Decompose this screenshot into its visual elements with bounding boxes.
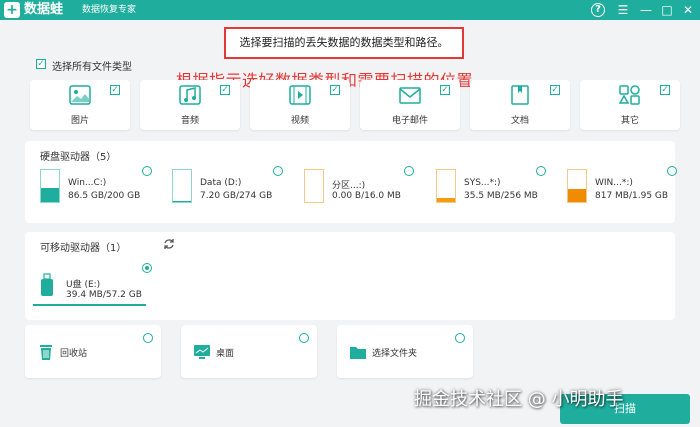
drive-c-radio[interactable]	[142, 166, 152, 176]
file-type-card-email[interactable]: ✓ 电子邮件	[360, 80, 460, 130]
document-icon	[511, 85, 529, 105]
file-type-label: 其它	[620, 116, 639, 126]
select-all-label: 选择所有文件类型	[52, 62, 132, 73]
drive-usage-fill	[568, 188, 586, 202]
file-type-card-document[interactable]: ✓ 文档	[470, 80, 570, 130]
email-checkbox[interactable]: ✓	[440, 85, 450, 95]
drive-size: 35.5 MB/256 MB	[464, 191, 538, 201]
location-label: 选择文件夹	[372, 349, 418, 359]
drive-size: 86.5 GB/200 GB	[68, 191, 141, 201]
usb-drive-size: 39.4 MB/57.2 GB	[66, 290, 142, 300]
drive-usage-bar	[304, 169, 324, 203]
help-icon[interactable]: ?	[591, 3, 605, 17]
other-icon	[619, 85, 640, 105]
refresh-icon[interactable]	[163, 238, 175, 250]
drive-size: 0.00 B/16.0 MB	[332, 191, 401, 201]
document-checkbox[interactable]: ✓	[550, 85, 560, 95]
file-type-card-other[interactable]: ✓ 其它	[580, 80, 680, 130]
video-checkbox[interactable]: ✓	[330, 85, 340, 95]
file-type-label: 音频	[180, 116, 199, 126]
drive-usage-fill	[437, 197, 455, 202]
usb-drive-name: U盘 (E:)	[66, 280, 101, 290]
drive-d-radio[interactable]	[273, 166, 283, 176]
location-label: 桌面	[216, 349, 235, 359]
desktop-icon	[194, 345, 210, 359]
file-type-label: 图片	[70, 116, 89, 126]
drive-name: SYS...*:)	[464, 178, 501, 188]
file-type-card-audio[interactable]: ✓ 音频	[140, 80, 240, 130]
audio-icon	[179, 85, 201, 105]
usb-drive-radio[interactable]	[142, 263, 152, 273]
drive-sys-radio[interactable]	[536, 166, 546, 176]
drive-name: 分区...:)	[332, 181, 366, 191]
file-type-card-video[interactable]: ✓ 视频	[250, 80, 350, 130]
location-desktop[interactable]: 桌面	[181, 325, 317, 378]
close-icon[interactable]: ✕	[680, 2, 696, 18]
location-recycle-bin[interactable]: 回收站	[25, 325, 161, 378]
title-bar: + 数据蛙 数据恢复专家 ? ☰ — □ ✕	[0, 0, 700, 20]
email-icon	[399, 87, 421, 104]
drive-usage-fill	[173, 201, 191, 202]
drive-name: Data (D:)	[200, 178, 242, 188]
app-logo-icon: +	[4, 2, 20, 18]
image-icon	[69, 85, 91, 105]
audio-checkbox[interactable]: ✓	[220, 85, 230, 95]
folder-icon	[350, 347, 366, 359]
desktop-radio[interactable]	[299, 333, 309, 343]
file-type-card-image[interactable]: ✓ 图片	[30, 80, 130, 130]
drive-win-radio[interactable]	[667, 166, 677, 176]
drive-name: Win...C:)	[68, 178, 107, 188]
video-icon	[289, 85, 311, 105]
drive-size: 817 MB/1.95 GB	[595, 191, 669, 201]
file-type-label: 电子邮件	[391, 116, 428, 126]
removable-drives-title: 可移动驱动器（1）	[40, 243, 127, 254]
instruction-notice: 选择要扫描的丢失数据的数据类型和路径。	[224, 27, 464, 59]
select-folder-radio[interactable]	[455, 333, 465, 343]
watermark-text: 掘金技术社区 @ 小明助手	[414, 389, 624, 410]
menu-icon[interactable]: ☰	[615, 2, 631, 18]
image-checkbox[interactable]: ✓	[110, 85, 120, 95]
usb-drive-e[interactable]: U盘 (E:) 39.4 MB/57.2 GB	[33, 262, 146, 306]
file-type-label: 文档	[510, 116, 529, 126]
drive-usage-fill	[41, 188, 59, 202]
drive-usage-bar	[40, 169, 60, 203]
recycle-bin-radio[interactable]	[143, 333, 153, 343]
app-name: 数据蛙	[24, 2, 64, 17]
maximize-icon[interactable]: □	[659, 2, 675, 18]
select-all-checkbox[interactable]: ✓	[36, 59, 46, 69]
drive-usage-bar	[172, 169, 192, 203]
hard-drives-title: 硬盘驱动器（5）	[40, 152, 117, 163]
minimize-icon[interactable]: —	[638, 2, 654, 18]
drive-name: WIN...*:)	[595, 178, 633, 188]
drive-usage-bar	[567, 169, 587, 203]
location-select-folder[interactable]: 选择文件夹	[337, 325, 473, 378]
other-checkbox[interactable]: ✓	[660, 85, 670, 95]
drive-partition-radio[interactable]	[404, 166, 414, 176]
usb-icon	[41, 273, 53, 296]
drive-usage-bar	[436, 169, 456, 203]
location-label: 回收站	[60, 349, 88, 359]
app-subtitle: 数据恢复专家	[82, 5, 137, 15]
file-type-label: 视频	[290, 116, 309, 126]
drive-size: 7.20 GB/274 GB	[200, 191, 273, 201]
recycle-bin-icon	[40, 345, 52, 360]
